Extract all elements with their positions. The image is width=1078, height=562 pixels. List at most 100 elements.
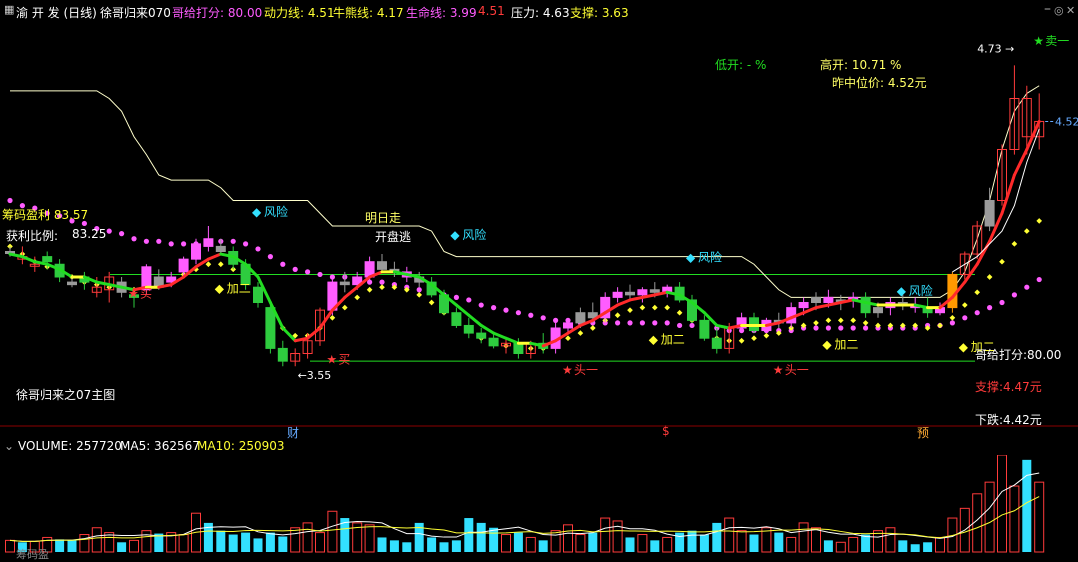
volume-bar — [241, 532, 251, 552]
candle-body — [637, 289, 648, 296]
volume-bar — [55, 539, 65, 552]
support-dot — [416, 292, 423, 298]
power-line-segment — [504, 336, 520, 345]
life-dot — [131, 236, 137, 242]
last-value: 4.51 — [478, 4, 505, 18]
volume-bar — [525, 536, 536, 553]
volume-bar — [910, 544, 920, 552]
life-line-value: 生命线: 3.99 — [406, 6, 477, 20]
volume-bar — [699, 534, 709, 552]
profit-ratio-label: 获利比例: — [6, 229, 59, 243]
risk-signal-icon: ◆ — [686, 251, 696, 265]
risk-signal: ◆ 风险 — [252, 204, 288, 219]
volume-bar — [662, 536, 673, 553]
life-dot — [528, 312, 534, 318]
candle-body — [339, 281, 350, 286]
volume-bar — [786, 536, 797, 553]
right-down-text: 下跌:4.42元 — [975, 413, 1042, 427]
risk-signal-label: 风险 — [462, 227, 486, 242]
life-dot — [850, 325, 856, 331]
right-support-text: 支撑:4.47元 — [975, 380, 1042, 394]
tomorrow-text: 明日走 — [365, 211, 402, 225]
power-line-segment — [318, 308, 334, 330]
volume-bar — [885, 527, 896, 553]
life-dot — [974, 310, 980, 316]
volume-bar — [898, 540, 908, 552]
volume-bar — [5, 539, 15, 553]
life-dot — [478, 302, 484, 308]
indicator-name[interactable]: 徐哥归来070 — [100, 4, 171, 21]
volume-bar — [364, 524, 375, 553]
buy-signal: ★ 买 — [326, 353, 350, 367]
life-dot — [838, 325, 844, 331]
volume-bar — [278, 536, 288, 552]
settings-icon[interactable]: ◎ — [1054, 4, 1064, 17]
volume-bar — [625, 537, 635, 552]
close-icon[interactable]: ✕ — [1066, 4, 1075, 17]
risk-signal: ◆ 风险 — [450, 227, 486, 242]
bull-bear-value: 牛熊线: 4.17 — [333, 6, 404, 20]
minus-icon[interactable]: – — [1044, 1, 1051, 17]
head1-signal-icon: ★ — [562, 363, 573, 377]
candle-body — [265, 307, 276, 349]
head1-signal-label: 头一 — [574, 363, 598, 377]
volume-bar — [550, 530, 561, 553]
chevron-down-icon[interactable]: ⌄ — [4, 439, 14, 453]
buy-signal: ★ 买 — [128, 286, 152, 300]
life-dot — [503, 307, 509, 313]
volume-ma5: MA5: 362567 — [120, 439, 200, 453]
power-line-segment — [479, 323, 496, 335]
volume-bar — [402, 542, 412, 552]
power-line-segment — [343, 285, 359, 299]
volume-bar — [290, 527, 301, 553]
volume-bar — [377, 537, 387, 552]
mid-price-text: 昨中位价: 4.52元 — [832, 76, 927, 90]
add2-signal-label: 加二 — [661, 332, 685, 346]
candle-body — [191, 243, 201, 260]
risk-signal-label: 风险 — [264, 204, 288, 219]
support-dot — [366, 286, 373, 293]
volume-bar — [811, 527, 821, 553]
volume-chart[interactable] — [0, 455, 1078, 556]
indicator-header: ▦ 渝 开 发 (日线) 徐哥归来070 哥给打分: 80.00 动力线: 4.… — [0, 0, 1078, 22]
power-line-segment — [1012, 148, 1029, 177]
volume-bar — [588, 532, 598, 552]
volume-bar — [178, 534, 189, 553]
candle-body — [377, 261, 387, 270]
buy-signal-label: 买 — [338, 353, 350, 367]
power-line-segment — [1000, 173, 1016, 215]
support-dot — [825, 317, 832, 324]
power-line-segment — [206, 252, 223, 261]
candle-body — [42, 256, 53, 263]
support-dot — [565, 335, 571, 342]
candle-body — [625, 291, 635, 296]
volume-bar — [712, 522, 722, 552]
chart-icon[interactable]: ▦ — [4, 3, 14, 16]
support-dot — [627, 307, 633, 313]
candle-body — [612, 291, 623, 298]
candle-body — [253, 286, 263, 304]
high-marker: 4.73 → — [977, 43, 1014, 56]
life-dot — [949, 320, 956, 326]
symbol-title: 渝 开 发 (日线) — [16, 6, 97, 20]
life-dot — [627, 320, 633, 326]
life-dot — [416, 287, 422, 293]
volume-bar — [464, 518, 474, 552]
volume-label: VOLUME: 257720 — [18, 439, 122, 453]
volume-bar — [736, 530, 747, 553]
buy-signal-icon: ★ — [326, 353, 337, 367]
life-dot — [317, 271, 323, 278]
candle-body — [451, 312, 462, 326]
candle-body — [488, 337, 499, 347]
candle-body — [798, 302, 809, 309]
life-dot — [540, 315, 546, 321]
main-chart-title: 徐哥归来之07主图 — [16, 388, 116, 402]
open-escape-text: 开盘逃 — [375, 230, 412, 244]
volume-bar — [79, 534, 90, 553]
support-dot — [937, 322, 943, 329]
volume-bar — [687, 530, 697, 552]
candle-body — [178, 258, 189, 273]
support-dot — [974, 289, 981, 296]
add2-signal: ◆ 加二 — [649, 332, 685, 346]
power-line-segment — [802, 306, 818, 315]
